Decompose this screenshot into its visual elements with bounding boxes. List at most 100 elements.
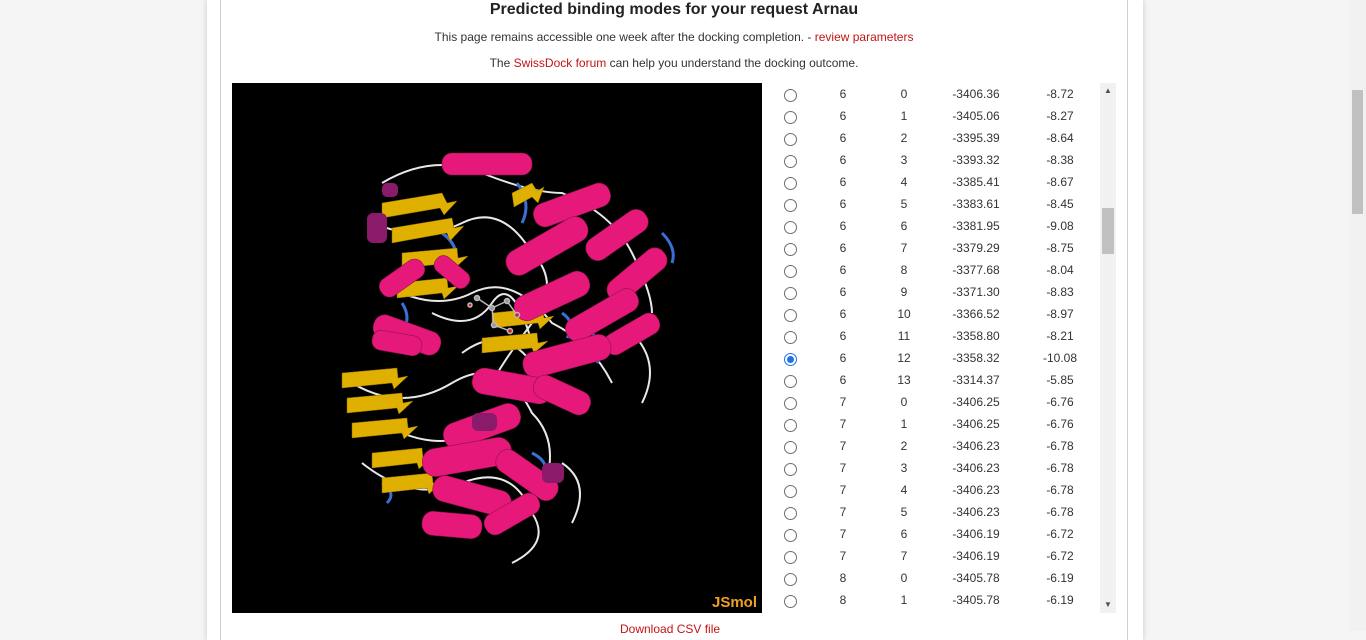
table-row[interactable]: 6 3 -3393.32 -8.38 [775, 149, 1100, 171]
deltag-cell: -8.04 [1046, 263, 1074, 277]
select-pose-radio[interactable] [784, 463, 797, 476]
cluster-cell: 8 [839, 571, 847, 585]
deltag-cell: -6.76 [1046, 395, 1074, 409]
table-scrollbar[interactable]: ▲ ▼ [1100, 83, 1116, 613]
table-scroll-thumb[interactable] [1102, 208, 1114, 254]
fullfitness-cell: -3406.25 [952, 417, 1000, 431]
select-pose-radio[interactable] [784, 309, 797, 322]
select-pose-radio[interactable] [784, 507, 797, 520]
download-csv-link[interactable]: Download CSV file [620, 622, 720, 636]
scroll-up-icon[interactable]: ▲ [1100, 83, 1116, 99]
element-cell: 4 [900, 483, 908, 497]
window-scrollbar[interactable] [1349, 0, 1366, 631]
forum-note-prefix: The [489, 56, 514, 70]
deltag-cell: -9.08 [1046, 219, 1074, 233]
protein-structure-render [341, 152, 675, 564]
deltag-cell: -8.64 [1046, 131, 1074, 145]
element-cell: 11 [897, 329, 911, 343]
cluster-cell: 7 [839, 505, 847, 519]
element-cell: 4 [900, 175, 908, 189]
select-pose-radio[interactable] [784, 375, 797, 388]
element-cell: 3 [900, 153, 908, 167]
table-row[interactable]: 7 4 -3406.23 -6.78 [775, 479, 1100, 501]
table-row[interactable]: 6 12 -3358.32 -10.08 [775, 347, 1100, 369]
select-pose-radio[interactable] [784, 441, 797, 454]
deltag-cell: -6.76 [1046, 417, 1074, 431]
select-pose-radio[interactable] [784, 353, 797, 366]
element-cell: 13 [897, 373, 911, 387]
deltag-cell: -6.72 [1046, 549, 1074, 563]
table-row[interactable]: 7 1 -3406.25 -6.76 [775, 413, 1100, 435]
cluster-cell: 6 [839, 197, 847, 211]
element-cell: 2 [900, 439, 908, 453]
review-parameters-link[interactable]: review parameters [815, 30, 914, 44]
cluster-cell: 7 [839, 549, 847, 563]
select-pose-radio[interactable] [784, 397, 797, 410]
select-pose-radio[interactable] [784, 551, 797, 564]
fullfitness-cell: -3395.39 [952, 131, 1000, 145]
jsmol-label: JSmol [711, 594, 757, 611]
table-row[interactable]: 8 1 -3405.78 -6.19 [775, 589, 1100, 611]
table-row[interactable]: 6 10 -3366.52 -8.97 [775, 303, 1100, 325]
select-pose-radio[interactable] [784, 595, 797, 608]
cluster-cell: 6 [839, 153, 847, 167]
cluster-cell: 7 [839, 395, 847, 409]
table-row[interactable]: 6 5 -3383.61 -8.45 [775, 193, 1100, 215]
select-pose-radio[interactable] [784, 419, 797, 432]
select-pose-radio[interactable] [784, 155, 797, 168]
fullfitness-cell: -3406.36 [952, 87, 1000, 101]
table-row[interactable]: 6 1 -3405.06 -8.27 [775, 105, 1100, 127]
select-pose-radio[interactable] [784, 485, 797, 498]
cluster-cell: 7 [839, 461, 847, 475]
table-row[interactable]: 6 2 -3395.39 -8.64 [775, 127, 1100, 149]
element-cell: 0 [900, 571, 908, 585]
page-title: Predicted binding modes for your request… [489, 1, 859, 18]
table-row[interactable]: 6 4 -3385.41 -8.67 [775, 171, 1100, 193]
select-pose-radio[interactable] [784, 243, 797, 256]
cluster-cell: 6 [839, 109, 847, 123]
table-row[interactable]: 7 0 -3406.25 -6.76 [775, 391, 1100, 413]
cluster-cell: 6 [839, 307, 847, 321]
jsmol-molecule-viewer[interactable]: JSmol [232, 83, 762, 613]
select-pose-radio[interactable] [784, 265, 797, 278]
fullfitness-cell: -3405.06 [952, 109, 1000, 123]
table-row[interactable]: 6 13 -3314.37 -5.85 [775, 369, 1100, 391]
select-pose-radio[interactable] [784, 331, 797, 344]
select-pose-radio[interactable] [784, 133, 797, 146]
cluster-cell: 6 [839, 175, 847, 189]
swissdock-forum-link[interactable]: SwissDock forum [514, 56, 607, 70]
table-row[interactable]: 8 0 -3405.78 -6.19 [775, 567, 1100, 589]
element-cell: 12 [897, 351, 911, 365]
table-row[interactable]: 7 2 -3406.23 -6.78 [775, 435, 1100, 457]
table-row[interactable]: 7 5 -3406.23 -6.78 [775, 501, 1100, 523]
select-pose-radio[interactable] [784, 89, 797, 102]
select-pose-radio[interactable] [784, 177, 797, 190]
cluster-cell: 6 [839, 285, 847, 299]
select-pose-radio[interactable] [784, 111, 797, 124]
select-pose-radio[interactable] [784, 287, 797, 300]
table-row[interactable]: 6 8 -3377.68 -8.04 [775, 259, 1100, 281]
table-row[interactable]: 6 6 -3381.95 -9.08 [775, 215, 1100, 237]
deltag-cell: -8.38 [1046, 153, 1074, 167]
scroll-down-icon[interactable]: ▼ [1100, 597, 1116, 613]
deltag-cell: -10.08 [1042, 351, 1078, 365]
fullfitness-cell: -3406.19 [952, 527, 1000, 541]
cluster-cell: 6 [839, 373, 847, 387]
table-row[interactable]: 7 3 -3406.23 -6.78 [775, 457, 1100, 479]
fullfitness-cell: -3377.68 [952, 263, 1000, 277]
window-scroll-thumb[interactable] [1352, 90, 1363, 214]
table-row[interactable]: 7 6 -3406.19 -6.72 [775, 523, 1100, 545]
table-row[interactable]: 6 11 -3358.80 -8.21 [775, 325, 1100, 347]
element-cell: 3 [900, 461, 908, 475]
table-row[interactable]: 7 7 -3406.19 -6.72 [775, 545, 1100, 567]
select-pose-radio[interactable] [784, 573, 797, 586]
select-pose-radio[interactable] [784, 221, 797, 234]
cluster-cell: 6 [839, 219, 847, 233]
binding-modes-table[interactable]: 6 0 -3406.36 -8.72 6 1 -3405.06 -8.27 6 2 -3395.39… [775, 83, 1100, 613]
table-row[interactable]: 6 9 -3371.30 -8.83 [775, 281, 1100, 303]
table-row[interactable]: 6 0 -3406.36 -8.72 [775, 83, 1100, 105]
deltag-cell: -8.45 [1046, 197, 1074, 211]
select-pose-radio[interactable] [784, 199, 797, 212]
select-pose-radio[interactable] [784, 529, 797, 542]
table-row[interactable]: 6 7 -3379.29 -8.75 [775, 237, 1100, 259]
